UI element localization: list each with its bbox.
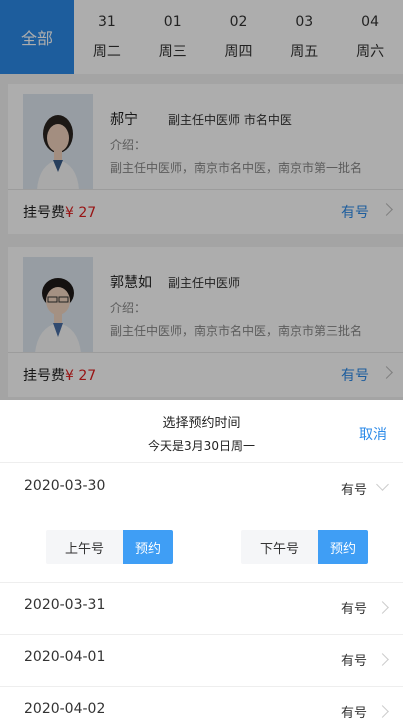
modal-overlay[interactable] — [0, 0, 403, 400]
date-row-expanded[interactable]: 2020-03-30 有号 — [0, 463, 403, 515]
sheet-title: 选择预约时间 — [162, 416, 241, 431]
row-status: 有号 — [340, 483, 367, 498]
date-row[interactable]: 2020-04-01 有号 — [0, 634, 403, 686]
row-date: 2020-03-30 — [24, 478, 106, 494]
chevron-right-icon — [376, 601, 389, 614]
row-date: 2020-04-01 — [24, 649, 106, 665]
morning-slot: 上午号 预约 — [46, 530, 173, 564]
date-row[interactable]: 2020-03-31 有号 — [0, 582, 403, 634]
row-status: 有号 — [340, 654, 367, 669]
chevron-right-icon — [376, 653, 389, 666]
row-status: 有号 — [340, 706, 367, 721]
morning-book-button[interactable]: 预约 — [123, 530, 173, 564]
row-date: 2020-04-02 — [24, 701, 106, 717]
date-row[interactable]: 2020-04-02 有号 — [0, 686, 403, 727]
cancel-button[interactable]: 取消 — [359, 424, 387, 444]
chevron-down-icon — [376, 478, 389, 491]
afternoon-slot: 下午号 预约 — [241, 530, 368, 564]
row-date: 2020-03-31 — [24, 597, 106, 613]
sheet-subtitle: 今天是3月30日周一 — [148, 439, 255, 453]
appointment-time-sheet: 选择预约时间 今天是3月30日周一 取消 2020-03-30 有号 上午号 预… — [0, 400, 403, 727]
row-status: 有号 — [340, 602, 367, 617]
afternoon-book-button[interactable]: 预约 — [318, 530, 368, 564]
app-root: 全部 31 周二 01 周三 02 周四 03 周五 04 周六 郝宁 副主任中… — [0, 0, 403, 727]
afternoon-slot-label: 下午号 — [241, 530, 318, 564]
doctor-list-page: 全部 31 周二 01 周三 02 周四 03 周五 04 周六 郝宁 副主任中… — [0, 0, 403, 400]
morning-slot-label: 上午号 — [46, 530, 123, 564]
chevron-right-icon — [376, 705, 389, 718]
